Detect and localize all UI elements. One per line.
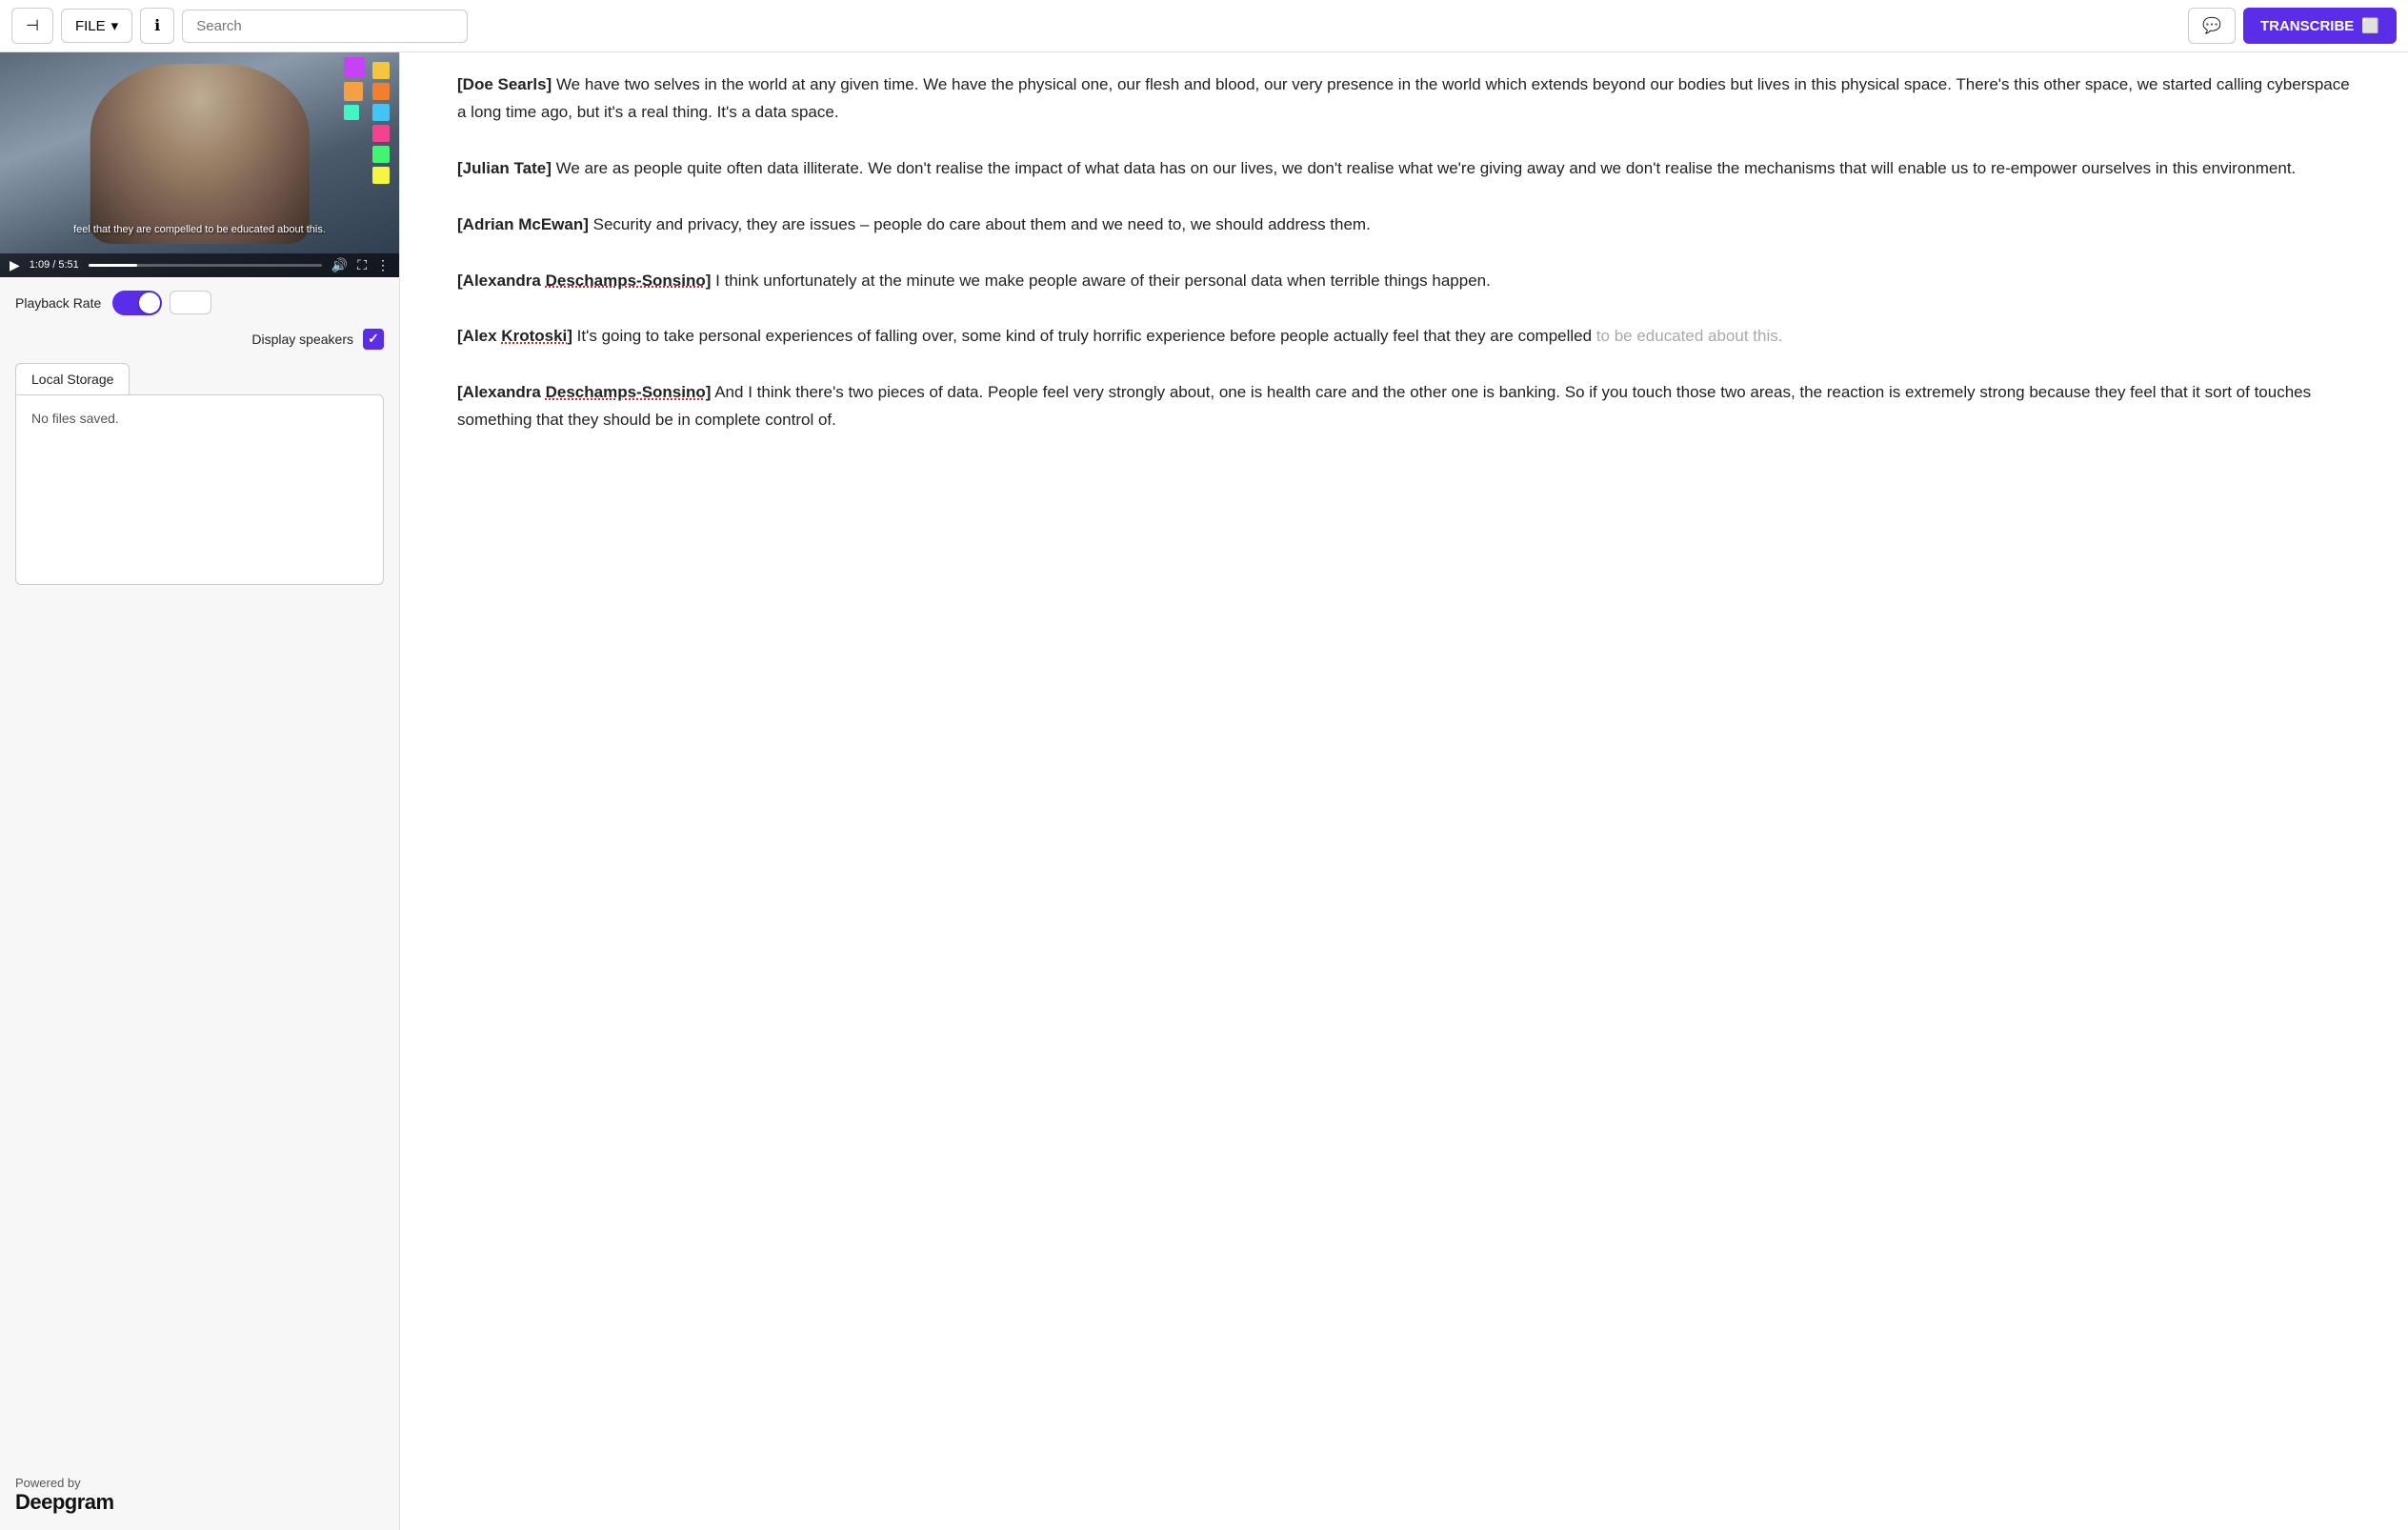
transcript-text-alexandra-2: And I think there's two pieces of data. …	[457, 383, 2311, 429]
transcript-text-alex-krotoski-before: It's going to take personal experiences …	[577, 327, 1592, 345]
playback-toggle[interactable]	[112, 291, 162, 315]
transcript-block-alex-krotoski: [Alex Krotoski] It's going to take perso…	[457, 323, 2351, 351]
fullscreen-button[interactable]: ⛶	[357, 257, 367, 273]
video-time: 1:09 / 5:51	[30, 259, 79, 271]
powered-by-label: Powered by	[15, 1476, 384, 1490]
local-storage-tab[interactable]: Local Storage	[15, 363, 130, 394]
deepgram-brand: Deepgram	[15, 1490, 384, 1515]
transcript-text-adrian-mcewan: Security and privacy, they are issues – …	[593, 215, 1371, 233]
powered-by-section: Powered by Deepgram	[0, 1460, 399, 1530]
transcript-text-doe-searls: We have two selves in the world at any g…	[457, 75, 2350, 121]
transcript-block-doe-searls: [Doe Searls] We have two selves in the w…	[457, 71, 2351, 127]
speaker-alex-krotoski: [Alex Krotoski]	[457, 327, 572, 345]
playback-toggle-thumb	[139, 292, 160, 313]
video-thumbnail	[0, 52, 399, 277]
video-player: feel that they are compelled to be educa…	[0, 52, 399, 277]
file-menu-button[interactable]: FILE ▾	[61, 9, 132, 43]
display-speakers-label: Display speakers	[251, 332, 353, 347]
speaker-alexandra-1: [Alexandra Deschamps-Sonsino]	[457, 272, 711, 290]
local-storage-box: No files saved.	[15, 394, 384, 585]
video-subtitle: feel that they are compelled to be educa…	[0, 220, 399, 239]
display-speakers-checkbox[interactable]	[363, 329, 384, 350]
main-layout: feel that they are compelled to be educa…	[0, 52, 2408, 1530]
file-label: FILE	[75, 18, 106, 34]
transcript-text-julian-tate: We are as people quite often data illite…	[556, 159, 2297, 177]
file-chevron-icon: ▾	[111, 17, 119, 34]
sticky-notes-decoration	[372, 62, 390, 184]
toolbar: ⊣ FILE ▾ ℹ 💬 TRANSCRIBE ⬜	[0, 0, 2408, 52]
transcribe-label: TRANSCRIBE	[2260, 18, 2354, 34]
playback-rate-label: Playback Rate	[15, 295, 101, 311]
transcribe-button[interactable]: TRANSCRIBE ⬜	[2243, 8, 2397, 44]
playback-rate-input[interactable]: 1	[170, 291, 211, 314]
local-storage-section: Local Storage No files saved.	[15, 363, 384, 585]
transcript-panel: [Doe Searls] We have two selves in the w…	[400, 52, 2408, 1530]
search-input[interactable]	[182, 10, 468, 43]
display-speakers-row: Display speakers	[15, 329, 384, 350]
transcript-block-julian-tate: [Julian Tate] We are as people quite oft…	[457, 155, 2351, 183]
video-controls: ▶ 1:09 / 5:51 🔊 ⛶ ⋮	[0, 253, 399, 277]
transcribe-icon: ⬜	[2361, 17, 2379, 34]
chat-button[interactable]: 💬	[2188, 8, 2236, 44]
video-progress-bar[interactable]	[89, 264, 322, 267]
transcript-block-alexandra-2: [Alexandra Deschamps-Sonsino] And I thin…	[457, 379, 2351, 434]
left-panel: feel that they are compelled to be educa…	[0, 52, 400, 1530]
info-icon: ℹ	[154, 16, 160, 35]
speaker-doe-searls: [Doe Searls]	[457, 75, 552, 93]
playback-rate-row: Playback Rate 1	[15, 291, 384, 315]
speaker-adrian-mcewan: [Adrian McEwan]	[457, 215, 589, 233]
transcript-block-adrian-mcewan: [Adrian McEwan] Security and privacy, th…	[457, 211, 2351, 239]
video-progress-fill	[89, 264, 137, 267]
transcript-block-alexandra-1: [Alexandra Deschamps-Sonsino] I think un…	[457, 268, 2351, 295]
collapse-button[interactable]: ⊣	[11, 8, 53, 44]
volume-button[interactable]: 🔊	[331, 257, 348, 273]
speaker-alexandra-2: [Alexandra Deschamps-Sonsino]	[457, 383, 711, 401]
transcript-text-alexandra-1: I think unfortunately at the minute we m…	[715, 272, 1491, 290]
more-options-button[interactable]: ⋮	[376, 257, 390, 273]
controls-area: Playback Rate 1 Display speakers	[0, 277, 399, 363]
collapse-icon: ⊣	[26, 16, 39, 35]
transcript-text-alex-krotoski-faded: to be educated about this.	[1592, 327, 1782, 345]
no-files-text: No files saved.	[31, 411, 119, 426]
info-button[interactable]: ℹ	[140, 8, 174, 44]
playback-slider-container: 1	[112, 291, 384, 315]
play-button[interactable]: ▶	[10, 257, 20, 273]
speaker-julian-tate: [Julian Tate]	[457, 159, 552, 177]
chat-icon: 💬	[2202, 16, 2221, 35]
sticky-notes-decoration-2	[344, 57, 365, 120]
